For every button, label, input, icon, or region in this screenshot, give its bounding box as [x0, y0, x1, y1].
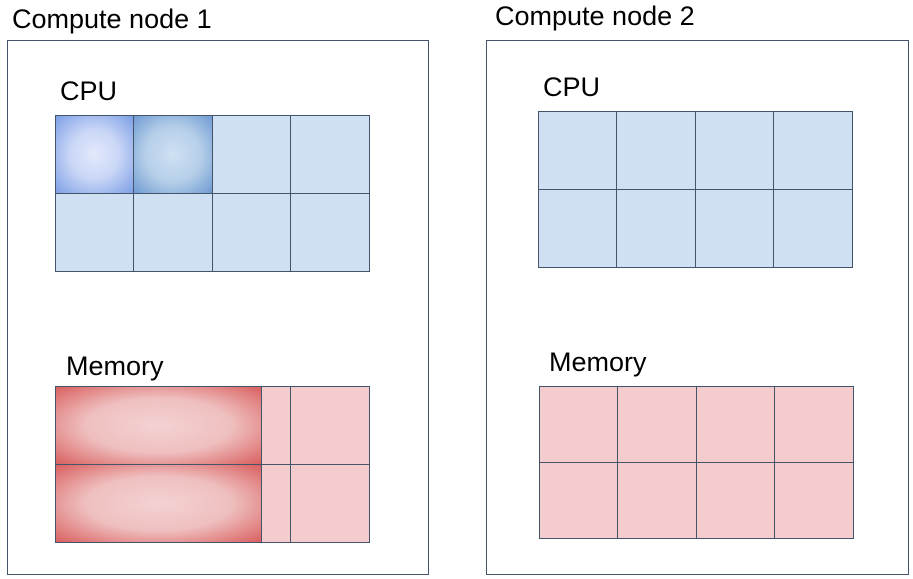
node2-memory-block-8 — [775, 463, 854, 539]
node2-memory-block-6 — [618, 463, 697, 539]
node2-cpu-core-6 — [617, 190, 696, 268]
node2-cpu-core-4 — [774, 112, 853, 190]
node2-memory-block-7 — [697, 463, 775, 539]
node1-cpu-grid — [55, 115, 370, 272]
node1-memory-block-4 — [56, 465, 262, 543]
node2-memory-label: Memory — [549, 347, 647, 377]
node1-cpu-core-8 — [291, 194, 370, 272]
node2-title: Compute node 2 — [495, 1, 695, 31]
node2-cpu-core-3 — [696, 112, 774, 190]
node2-cpu-core-7 — [696, 190, 774, 268]
node2-memory-block-5 — [540, 463, 618, 539]
node2-memory-block-3 — [697, 387, 775, 463]
node1-cpu-core-5 — [56, 194, 134, 272]
node2-cpu-core-5 — [539, 190, 617, 268]
node1-memory-label: Memory — [66, 351, 164, 381]
node1-memory-block-1 — [56, 387, 262, 465]
node1-memory-grid — [55, 386, 370, 543]
node2-cpu-core-1 — [539, 112, 617, 190]
node2-cpu-grid — [538, 111, 853, 268]
node1-cpu-core-7 — [213, 194, 291, 272]
node1-cpu-core-6 — [134, 194, 213, 272]
node1-memory-block-3 — [291, 387, 370, 465]
node1-memory-block-5 — [262, 465, 291, 543]
node1-cpu-core-3 — [213, 116, 291, 194]
node1-cpu-core-4 — [291, 116, 370, 194]
node2-cpu-core-2 — [617, 112, 696, 190]
node2-memory-block-4 — [775, 387, 854, 463]
node1-cpu-core-1 — [56, 116, 134, 194]
node2-cpu-label: CPU — [543, 72, 601, 102]
node2-memory-block-2 — [618, 387, 697, 463]
node2-memory-block-1 — [540, 387, 618, 463]
node2-cpu-core-8 — [774, 190, 853, 268]
node1-memory-block-6 — [291, 465, 370, 543]
node1-cpu-core-2 — [134, 116, 213, 194]
node1-title: Compute node 1 — [12, 4, 212, 34]
node1-memory-block-2 — [262, 387, 291, 465]
node2-memory-grid — [539, 386, 854, 539]
node1-cpu-label: CPU — [60, 76, 118, 106]
